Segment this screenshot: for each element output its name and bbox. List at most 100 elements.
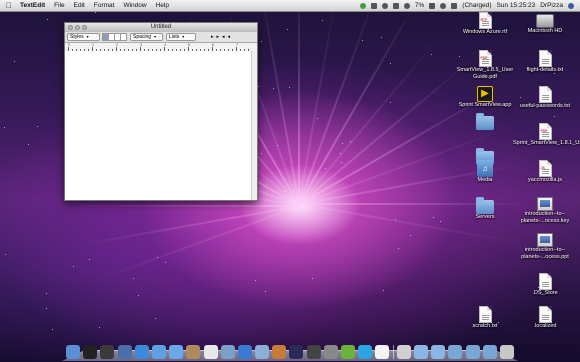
desktop-icon[interactable]: ▶ Sprint SmartView.app	[453, 86, 517, 109]
apple-menu-icon[interactable]: 	[6, 1, 14, 10]
tray-icon[interactable]	[392, 2, 399, 9]
menu-file[interactable]: File	[54, 2, 64, 9]
system-preferences-icon[interactable]	[323, 345, 338, 359]
android-tray-icon[interactable]	[359, 2, 366, 9]
garageband-icon[interactable]	[272, 345, 287, 359]
desktop-icon[interactable]: JS yaccmozilla.js	[513, 160, 577, 184]
folder-icon[interactable]	[413, 345, 428, 359]
preview-icon[interactable]	[220, 345, 235, 359]
menu-window[interactable]: Window	[123, 2, 146, 9]
align-right-button[interactable]	[120, 33, 127, 41]
desktop-icon-label: Macintosh HD	[527, 28, 563, 34]
desktop-icon[interactable]: RTF Windows Azure.rtf	[453, 12, 517, 36]
spotlight-icon[interactable]	[568, 2, 574, 9]
star	[341, 143, 343, 145]
styles-select[interactable]: Styles ▾	[67, 33, 100, 41]
ichat-icon[interactable]	[169, 345, 184, 359]
tray-icon[interactable]	[381, 2, 388, 9]
dashboard-icon[interactable]	[117, 345, 132, 359]
textedit-icon[interactable]	[375, 345, 390, 359]
airport-icon[interactable]	[429, 2, 436, 9]
desktop-icon-label: yaccmozilla.js	[528, 177, 562, 183]
star	[164, 262, 166, 263]
android-icon[interactable]	[341, 345, 355, 359]
desktop-icon[interactable]: useful-passwords.txt	[513, 86, 577, 110]
desktop-icon[interactable]: introduction--to--planets-...ocess.ppt	[513, 233, 577, 260]
iphoto-icon[interactable]	[255, 345, 270, 359]
desktop-icon[interactable]: introduction--to--planets-...ocess.key	[513, 197, 577, 224]
volume-icon[interactable]	[440, 2, 447, 9]
close-button[interactable]	[68, 25, 73, 30]
activity-icon[interactable]	[100, 345, 115, 359]
stack-icon[interactable]	[396, 345, 411, 359]
text-lines	[481, 315, 489, 321]
spacing-select[interactable]: Spacing ▾	[130, 33, 163, 41]
menu-app-name[interactable]: TextEdit	[20, 2, 45, 9]
applications-icon[interactable]	[482, 345, 497, 359]
desktop-icon[interactable]: Macintosh HD	[513, 12, 577, 35]
skype-icon[interactable]	[358, 345, 373, 359]
star	[397, 247, 399, 249]
address-book-icon[interactable]	[186, 345, 201, 359]
desktop-icon[interactable]: PDFSprint_SmartView_1.8.1_User.pdf	[513, 123, 580, 147]
menu-user[interactable]: DrPizza	[540, 2, 563, 9]
folder-icon[interactable]	[431, 345, 446, 359]
document-icon	[538, 273, 552, 290]
downloads-icon[interactable]	[448, 345, 463, 359]
wallpaper-ray	[73, 205, 301, 247]
text-lines	[481, 21, 489, 27]
document-text-area[interactable]	[65, 51, 252, 200]
back-icon[interactable]: ◂	[222, 34, 225, 40]
calendar-icon[interactable]	[203, 345, 218, 359]
star	[27, 143, 29, 145]
zoom-button[interactable]	[82, 25, 87, 30]
desktop-icon-label: introduction--to--planets-...ocess.ppt	[521, 247, 569, 260]
play-icon[interactable]: ▸	[211, 34, 214, 40]
lists-select[interactable]: Lists ▾	[166, 33, 196, 41]
desktop-icon[interactable]: scratch.txt	[453, 306, 517, 330]
desktop-icon-label: SmartView_1.8.5_User Guide.pdf	[456, 67, 514, 80]
trash-icon[interactable]	[499, 345, 514, 359]
safari-icon[interactable]	[134, 345, 149, 359]
sprint-app-icon: ▶	[477, 86, 493, 102]
star	[4, 127, 6, 129]
star	[389, 101, 391, 103]
star	[264, 291, 266, 293]
desktop-icon[interactable]: PDF SmartView_1.8.5_User Guide.pdf	[453, 50, 517, 80]
desktop-icon[interactable]: .DS_Store	[513, 273, 577, 297]
battery-percent: 7%	[414, 2, 425, 9]
star	[46, 308, 48, 310]
textedit-window: Untitled Styles ▾ Spacing ▾ Lists ▾ ▸ ▸ ◂ ◂…	[64, 22, 258, 201]
play-icon[interactable]: ▸	[217, 34, 220, 40]
text-lines	[541, 282, 549, 288]
terminal-icon[interactable]	[83, 345, 98, 359]
spaces-icon[interactable]	[289, 345, 304, 359]
finder-icon[interactable]	[66, 345, 80, 359]
tray-icon[interactable]	[403, 2, 410, 9]
menu-clock[interactable]: Sun 15:25:23	[497, 2, 536, 9]
documents-icon[interactable]	[465, 345, 480, 359]
back-icon[interactable]: ◂	[228, 34, 231, 40]
star	[321, 19, 323, 21]
mail-icon[interactable]	[151, 345, 166, 359]
star	[138, 294, 140, 296]
desktop-icon[interactable]	[453, 113, 517, 130]
desktop-icon[interactable]: flight-details.txt	[513, 50, 577, 74]
window-titlebar[interactable]: Untitled	[65, 23, 257, 32]
desktop-icon[interactable]: Servers	[453, 197, 517, 221]
time-machine-icon[interactable]	[306, 345, 321, 359]
itunes-icon[interactable]	[237, 345, 252, 359]
menu-format[interactable]: Format	[94, 2, 115, 9]
desktop-icon[interactable]: ♫ Media	[453, 160, 517, 184]
desktop-icon[interactable]: .localized	[513, 306, 577, 330]
tray-icon[interactable]	[370, 2, 377, 9]
menu-edit[interactable]: Edit	[74, 2, 85, 9]
minimize-button[interactable]	[75, 25, 80, 30]
battery-icon[interactable]	[451, 2, 458, 9]
star	[261, 152, 263, 154]
star	[45, 293, 47, 295]
vertical-scrollbar[interactable]	[251, 51, 257, 200]
menu-help[interactable]: Help	[156, 2, 169, 9]
wallpaper-ray	[83, 205, 301, 286]
star	[4, 254, 6, 255]
